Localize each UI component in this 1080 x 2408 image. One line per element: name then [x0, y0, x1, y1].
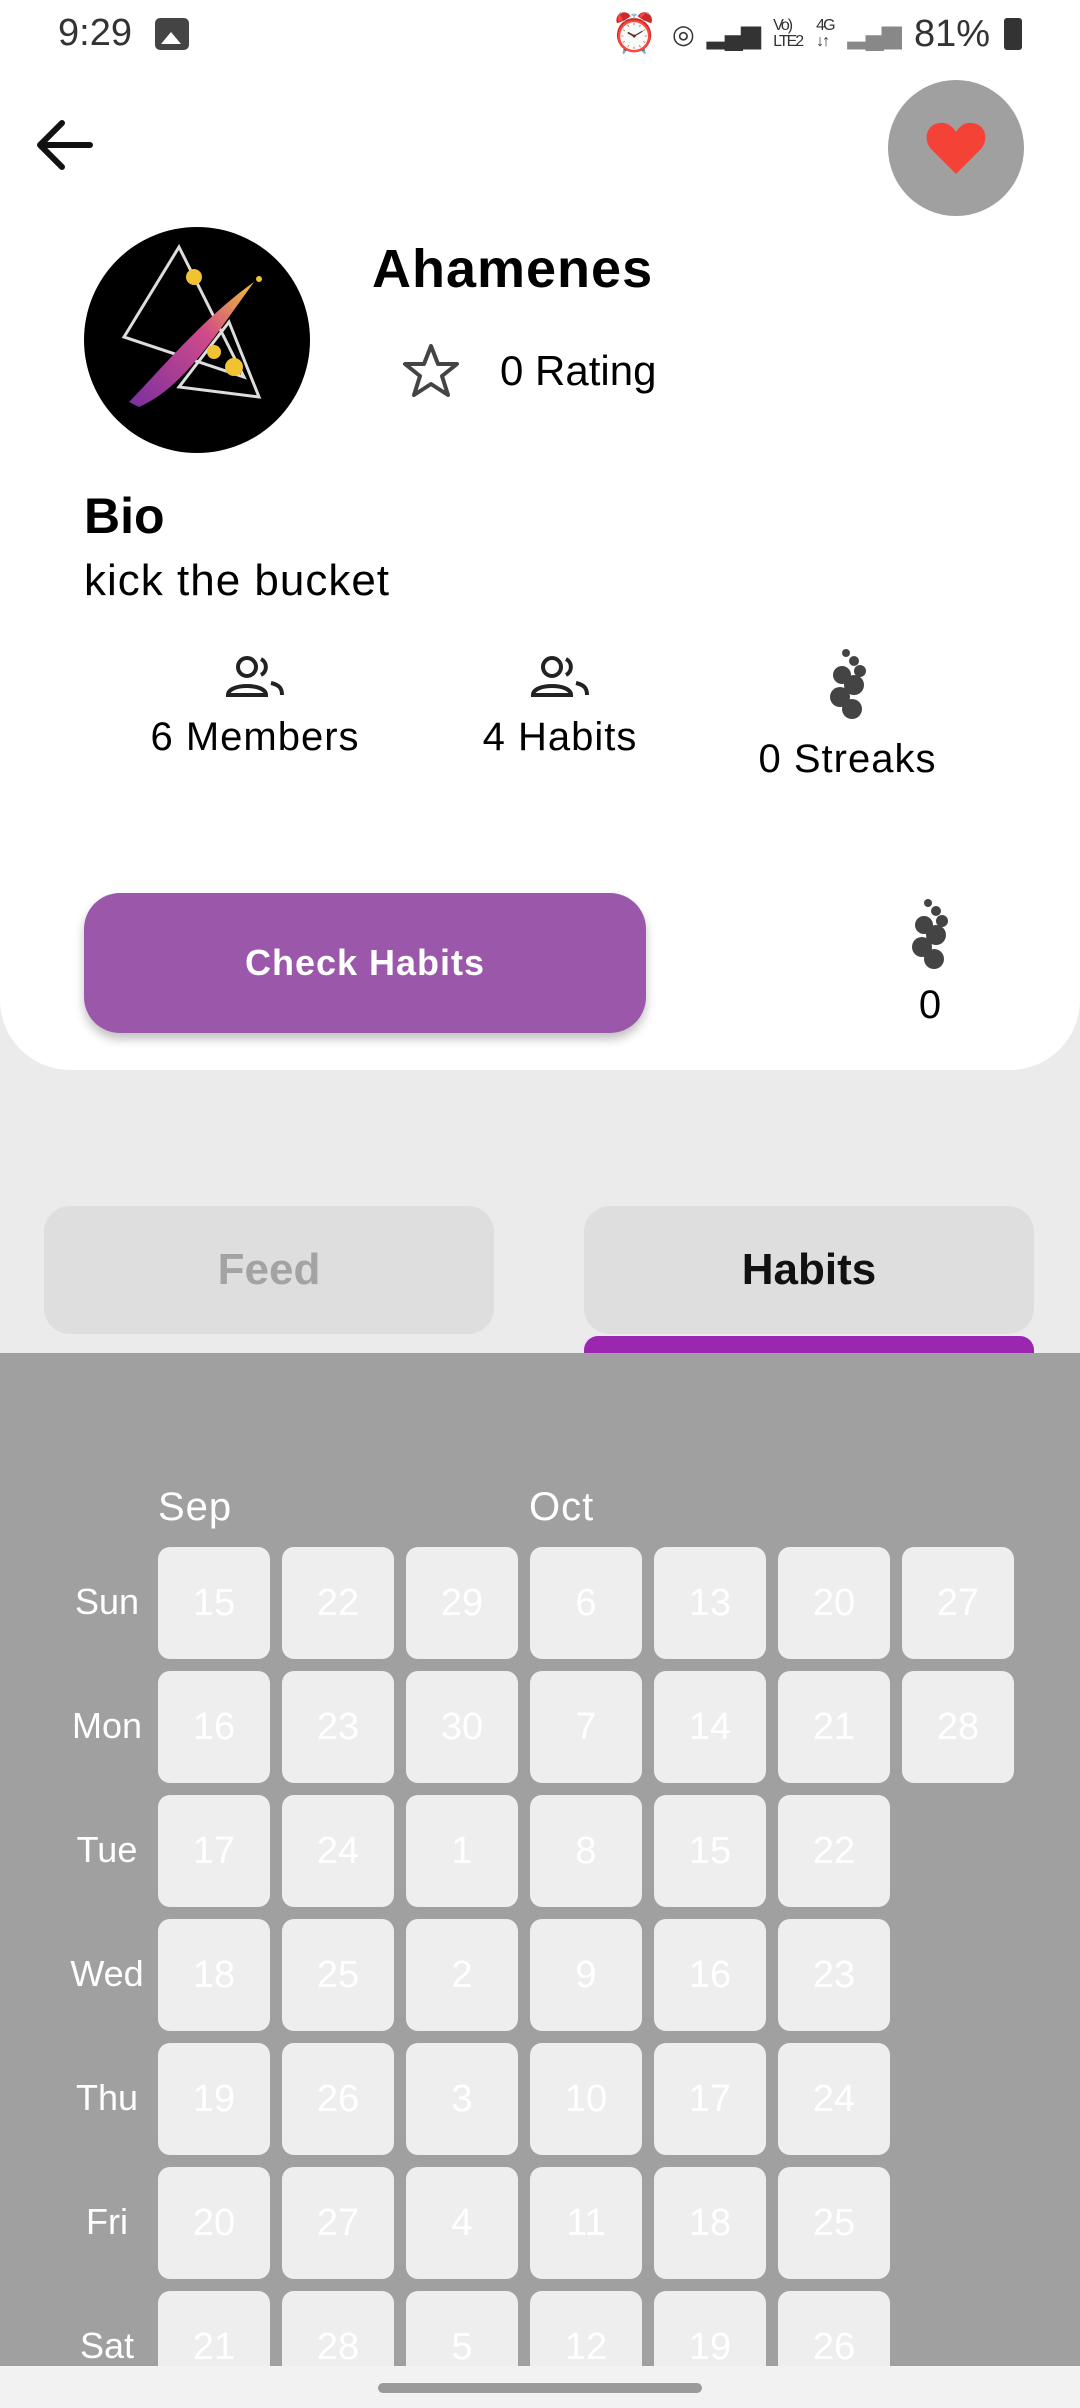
status-indicators: ⏰ ◎ ▂▄▆ Vo) LTE2 4G ↓↑ ▂▄▆ 81%: [611, 12, 1022, 56]
calendar-day-cell[interactable]: 29: [406, 1547, 518, 1659]
arrow-left-icon: [37, 120, 93, 170]
calendar-day-cell[interactable]: 22: [282, 1547, 394, 1659]
calendar-day-cell[interactable]: 16: [654, 1919, 766, 2031]
smoke-icon: [829, 649, 866, 719]
status-time: 9:29: [58, 12, 132, 54]
people-icon: [225, 656, 284, 697]
members-label: 6 Members: [150, 715, 360, 759]
battery-level: 81%: [913, 12, 990, 55]
weekday-label: Sat: [79, 2325, 135, 2366]
bio-text: kick the bucket: [84, 556, 391, 605]
weekday-label: Tue: [76, 1829, 138, 1870]
group-logo-icon: [121, 243, 262, 407]
calendar-day-cell[interactable]: 17: [654, 2043, 766, 2155]
calendar-day-cell[interactable]: 20: [158, 2167, 270, 2279]
calendar-day-cell[interactable]: 21: [158, 2291, 270, 2366]
month-label: Sep: [158, 1485, 233, 1529]
calendar-day-cell[interactable]: 2: [406, 1919, 518, 2031]
calendar-day-cell[interactable]: 1: [406, 1795, 518, 1907]
signal-icon-2: ▂▄▆: [847, 18, 902, 49]
group-name: Ahamenes: [372, 239, 654, 299]
calendar-day-cell[interactable]: 28: [282, 2291, 394, 2366]
calendar-day-cell[interactable]: 26: [282, 2043, 394, 2155]
calendar-day-cell[interactable]: 12: [530, 2291, 642, 2366]
calendar-day-cell[interactable]: 14: [654, 1671, 766, 1783]
weekday-label: Thu: [75, 2077, 139, 2118]
streak-count: 0: [918, 983, 942, 1027]
calendar-day-cell[interactable]: 17: [158, 1795, 270, 1907]
alarm-icon: ⏰: [610, 13, 658, 55]
calendar-day-cell[interactable]: 23: [778, 1919, 890, 2031]
calendar-day-cell[interactable]: 24: [778, 2043, 890, 2155]
calendar-day-cell[interactable]: 23: [282, 1671, 394, 1783]
habit-calendar: Sep Oct Sun Mon Tue Wed Thu Fri Sat 15 16 17 18 19…: [0, 1353, 1080, 2366]
back-button[interactable]: [30, 110, 100, 180]
calendar-day-cell[interactable]: 26: [778, 2291, 890, 2366]
volte-icon: Vo) LTE2: [773, 17, 804, 50]
calendar-day-cell[interactable]: 9: [530, 1919, 642, 2031]
calendar-day-cell[interactable]: 18: [654, 2167, 766, 2279]
weekday-label: Mon: [71, 1705, 143, 1746]
calendar-day-cell[interactable]: 24: [282, 1795, 394, 1907]
bio-heading: Bio: [84, 488, 165, 544]
calendar-day-cell[interactable]: 10: [530, 2043, 642, 2155]
weekday-label: Fri: [86, 2201, 128, 2242]
rating-label: 0 Rating: [500, 347, 657, 394]
habits-stat: 4 Habits: [470, 655, 650, 760]
month-label: Oct: [529, 1485, 595, 1529]
favorite-button[interactable]: [888, 80, 1024, 216]
weekday-label: Wed: [70, 1953, 144, 1994]
calendar-day-cell[interactable]: 27: [902, 1547, 1014, 1659]
group-avatar: [84, 227, 310, 453]
rating-row: 0 Rating: [402, 343, 656, 399]
signal-icon: ▂▄▆: [706, 18, 761, 49]
calendar-day-cell[interactable]: 18: [158, 1919, 270, 2031]
calendar-day-cell[interactable]: 15: [654, 1795, 766, 1907]
calendar-day-cell[interactable]: 19: [158, 2043, 270, 2155]
calendar-day-cell[interactable]: 20: [778, 1547, 890, 1659]
streak-counter: 0: [880, 895, 980, 1028]
calendar-day-cell[interactable]: 6: [530, 1547, 642, 1659]
battery-icon: [1004, 18, 1022, 50]
calendar-day-cell[interactable]: 27: [282, 2167, 394, 2279]
members-stat: 6 Members: [140, 655, 370, 760]
tab-feed[interactable]: Feed: [44, 1206, 494, 1334]
calendar-day-cell[interactable]: 13: [654, 1547, 766, 1659]
network-4g-icon: 4G ↓↑: [816, 17, 835, 50]
home-gesture-handle[interactable]: [378, 2383, 702, 2393]
habits-label: 4 Habits: [482, 715, 638, 759]
heart-icon: [926, 122, 986, 174]
smoke-icon: [912, 899, 948, 969]
calendar-day-cell[interactable]: 16: [158, 1671, 270, 1783]
streaks-stat: 0 Streaks: [745, 645, 950, 782]
weekday-label: Sun: [74, 1581, 140, 1622]
calendar-day-cell[interactable]: 28: [902, 1671, 1014, 1783]
check-habits-button[interactable]: Check Habits: [84, 893, 646, 1033]
calendar-day-cell[interactable]: 30: [406, 1671, 518, 1783]
calendar-day-cell[interactable]: 8: [530, 1795, 642, 1907]
calendar-day-cell[interactable]: 22: [778, 1795, 890, 1907]
calendar-day-cell[interactable]: 19: [654, 2291, 766, 2366]
gallery-icon: [155, 18, 189, 50]
calendar-day-cell[interactable]: 5: [406, 2291, 518, 2366]
people-icon: [530, 656, 589, 697]
tab-habits[interactable]: Habits: [584, 1206, 1034, 1334]
streaks-label: 0 Streaks: [758, 737, 937, 781]
calendar-day-cell[interactable]: 4: [406, 2167, 518, 2279]
calendar-day-cell[interactable]: 21: [778, 1671, 890, 1783]
calendar-day-cell[interactable]: 3: [406, 2043, 518, 2155]
calendar-day-cell[interactable]: 7: [530, 1671, 642, 1783]
star-icon: [403, 344, 459, 397]
calendar-day-cell[interactable]: 25: [778, 2167, 890, 2279]
calendar-day-cell[interactable]: 11: [530, 2167, 642, 2279]
calendar-day-cell[interactable]: 25: [282, 1919, 394, 2031]
calendar-day-cell[interactable]: 15: [158, 1547, 270, 1659]
hotspot-icon: ◎: [672, 18, 695, 49]
